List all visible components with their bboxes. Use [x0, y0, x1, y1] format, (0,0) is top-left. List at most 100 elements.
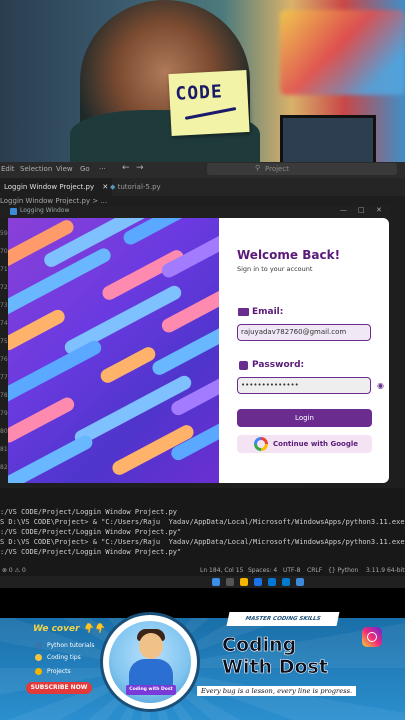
menu-more[interactable]: ··· [99, 165, 106, 173]
line-number: 82 [0, 464, 8, 471]
edge-icon[interactable] [268, 578, 276, 586]
master-skills-tag: MASTER CODING SKILLS [226, 612, 340, 626]
python-interpreter[interactable]: 3.11.9 64-bit [366, 566, 405, 576]
sticky-note: CODE [168, 70, 250, 136]
windows-start-icon[interactable] [212, 578, 220, 586]
email-label: Email: [252, 307, 284, 317]
file-explorer-icon[interactable] [240, 578, 248, 586]
cover-item: Python tutorials [47, 642, 95, 649]
tab-label: Loggin Window Project.py [4, 183, 95, 191]
line-number: 80 [0, 428, 8, 435]
background-monitor [280, 115, 376, 162]
wall-map-image [280, 10, 405, 95]
line-number: 75 [0, 338, 8, 345]
bulb-icon [35, 654, 42, 661]
line-number: 81 [0, 446, 8, 453]
line-number: 72 [0, 284, 8, 291]
avatar-head [139, 633, 163, 659]
google-logo-icon [254, 437, 268, 451]
terminal-panel[interactable]: :/VS CODE/Project/Loggin Window Project.… [0, 488, 405, 566]
brand-tagline: Every bug is a lesson, every line is pro… [197, 686, 357, 696]
decor-pill [8, 432, 95, 483]
avatar: Coding with Dost [100, 612, 200, 712]
decor-pill [98, 344, 158, 386]
line-number: 77 [0, 374, 8, 381]
line-number: 70 [0, 248, 8, 255]
maximize-button[interactable]: □ [358, 206, 365, 214]
app-window-title: Logging Window [20, 207, 70, 214]
cover-item: Projects [47, 668, 71, 675]
line-number: 59 [0, 230, 8, 237]
search-icon[interactable] [226, 578, 234, 586]
tab-loggin-window[interactable]: Loggin Window Project.py ✕ [0, 178, 113, 196]
tab-label: tutorial-5.py [117, 183, 161, 191]
folder-icon [35, 668, 42, 675]
tab-tutorial-5[interactable]: ◆ tutorial-5.py [106, 178, 165, 196]
forward-arrow-icon[interactable]: → [136, 163, 144, 173]
menu-edit[interactable]: Edit [1, 165, 15, 173]
welcome-heading: Welcome Back! [237, 248, 341, 262]
command-search[interactable]: ⚲ Project [207, 163, 397, 175]
black-bar [0, 588, 405, 618]
status-bar: ⊗ 0 ⚠ 0 Ln 184, Col 15 Spaces: 4 UTF-8 C… [0, 566, 405, 576]
search-placeholder: Project [265, 165, 289, 173]
encoding[interactable]: UTF-8 [283, 566, 301, 576]
cover-item: Coding tips [47, 654, 81, 661]
envelope-icon [238, 308, 249, 316]
subscribe-button[interactable]: SUBSCRIBE NOW [26, 682, 92, 694]
line-number: 76 [0, 356, 8, 363]
decor-pill [149, 322, 219, 378]
decor-pill [8, 307, 68, 353]
terminal-line: :/VS CODE/Project/Loggin Window Project.… [0, 528, 182, 536]
menu-selection[interactable]: Selection [20, 165, 52, 173]
login-button[interactable]: Login [237, 409, 372, 427]
problems-count[interactable]: ⊗ 0 ⚠ 0 [2, 566, 26, 576]
line-number: 71 [0, 266, 8, 273]
line-number-gutter: 59 70 71 72 73 74 75 76 77 78 79 80 81 8… [0, 218, 8, 488]
sticky-note-text: CODE [174, 81, 224, 105]
breadcrumb[interactable]: Loggin Window Project.py > ... [0, 196, 405, 206]
google-button-label: Continue with Google [273, 440, 358, 448]
taskbar [0, 576, 405, 588]
line-number: 73 [0, 302, 8, 309]
line-number: 74 [0, 320, 8, 327]
indentation[interactable]: Spaces: 4 [248, 566, 277, 576]
python-app-icon[interactable] [296, 578, 304, 586]
decorative-pill-panel [8, 218, 219, 483]
lock-icon [239, 361, 248, 370]
we-cover-heading: We cover 👇👇 [33, 624, 106, 634]
line-number: 79 [0, 410, 8, 417]
line-ending[interactable]: CRLF [307, 566, 322, 576]
decor-pill [8, 395, 77, 445]
brand-title-line1: Coding [222, 634, 297, 657]
close-window-button[interactable]: ✕ [376, 206, 382, 214]
app-icon [10, 208, 17, 215]
signin-subtitle: Sign in to your account [237, 265, 313, 273]
avatar-plate: Coding with Dost [126, 685, 176, 695]
line-number: 78 [0, 392, 8, 399]
minimize-button[interactable]: — [340, 206, 347, 214]
language-mode[interactable]: {} Python [328, 566, 358, 576]
search-icon: ⚲ [255, 164, 261, 172]
cursor-position[interactable]: Ln 184, Col 15 [200, 566, 243, 576]
email-field[interactable]: rajuyadav782760@gmail.com [237, 324, 371, 341]
password-label: Password: [252, 360, 305, 370]
eye-icon[interactable]: ◉ [377, 381, 384, 390]
sticky-underline [184, 106, 237, 120]
back-arrow-icon[interactable]: ← [122, 163, 130, 173]
decor-pill [8, 338, 104, 412]
terminal-line: S D:\VS CODE\Project> & "C:/Users/Raju Y… [0, 518, 405, 526]
terminal-line: :/VS CODE/Project/Loggin Window Project.… [0, 548, 182, 556]
menu-view[interactable]: View [56, 165, 73, 173]
chrome-icon[interactable] [254, 578, 262, 586]
terminal-line: :/VS CODE/Project/Loggin Window Project.… [0, 508, 178, 516]
python-file-icon: ◆ [110, 183, 116, 191]
password-field[interactable]: •••••••••••••• [237, 377, 371, 394]
menu-go[interactable]: Go [80, 165, 90, 173]
google-signin-button[interactable]: Continue with Google [237, 435, 372, 453]
terminal-line: S D:\VS CODE\Project> & "C:/Users/Raju Y… [0, 538, 405, 546]
editor-tabs: Loggin Window Project.py ✕ ◆ tutorial-5.… [0, 178, 405, 196]
vscode-icon[interactable] [282, 578, 290, 586]
instagram-icon[interactable] [362, 627, 382, 647]
brand-title-line2: With Dost [222, 656, 329, 679]
